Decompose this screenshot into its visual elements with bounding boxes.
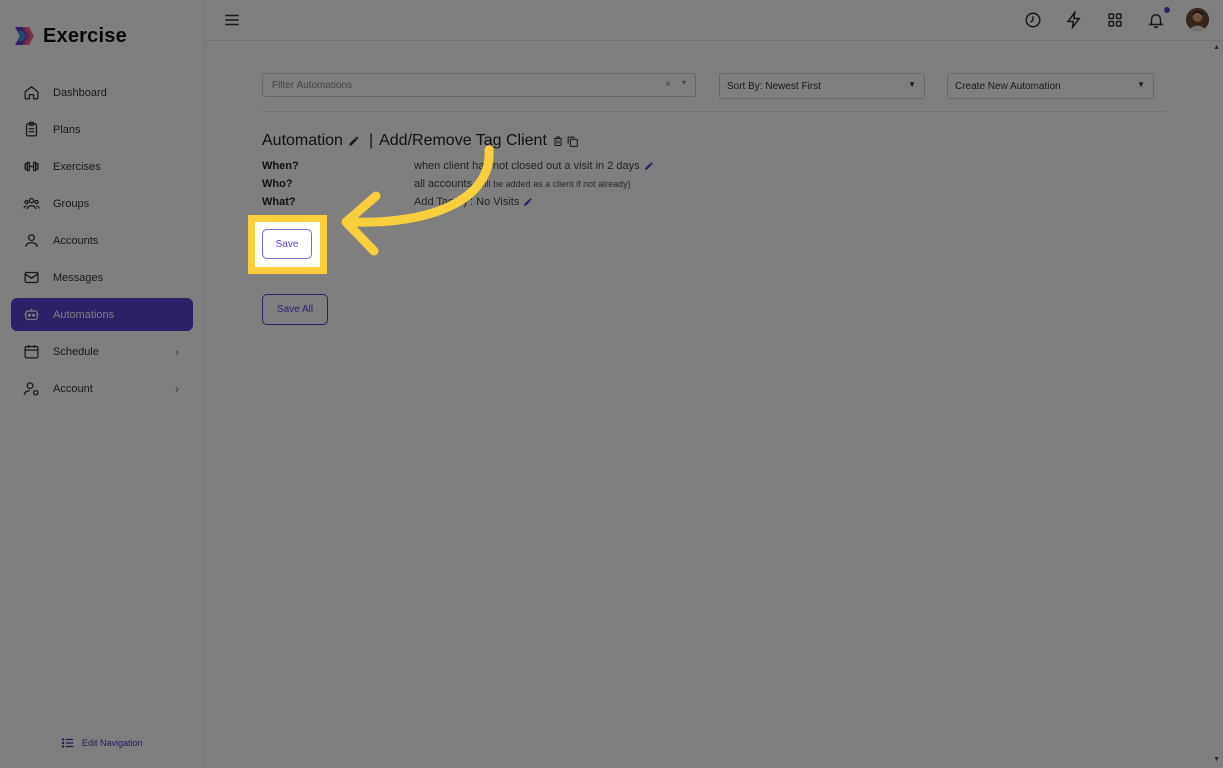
- tutorial-arrow: [341, 145, 494, 256]
